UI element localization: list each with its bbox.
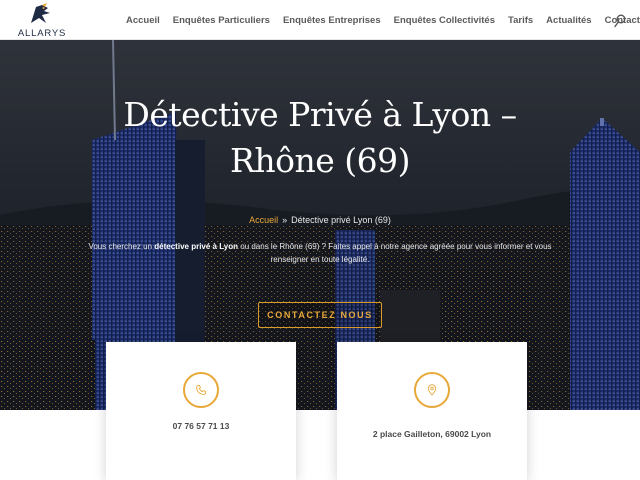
page-title-line-2: Rhône (69) bbox=[230, 141, 410, 180]
phone-icon bbox=[196, 385, 206, 395]
breadcrumb-separator: » bbox=[282, 215, 288, 225]
location-pin-icon bbox=[427, 384, 437, 396]
address-card[interactable]: 2 place Gailleton, 69002 Lyon bbox=[337, 342, 527, 480]
phone-number[interactable]: 07 76 57 71 13 bbox=[106, 421, 296, 431]
nav-item-accueil[interactable]: Accueil bbox=[126, 15, 160, 26]
nav-item-enquetes-entreprises[interactable]: Enquêtes Entreprises bbox=[283, 15, 381, 26]
main-nav: Accueil Enquêtes Particuliers Enquêtes E… bbox=[126, 0, 640, 40]
breadcrumb-current: Détective privé Lyon (69) bbox=[291, 215, 391, 225]
nav-item-actualites[interactable]: Actualités bbox=[546, 15, 591, 26]
search-icon[interactable] bbox=[614, 14, 626, 28]
brand-name: ALLARYS bbox=[17, 28, 67, 39]
address-text[interactable]: 2 place Gailleton, 69002 Lyon bbox=[337, 429, 527, 439]
phone-icon-circle bbox=[183, 372, 219, 408]
nav-item-enquetes-particuliers[interactable]: Enquêtes Particuliers bbox=[173, 15, 270, 26]
location-icon-circle bbox=[414, 372, 450, 408]
hero-section: Détective Privé à Lyon – Rhône (69) Accu… bbox=[0, 40, 640, 410]
breadcrumb: Accueil » Détective privé Lyon (69) bbox=[0, 215, 640, 225]
phone-card[interactable]: 07 76 57 71 13 bbox=[106, 342, 296, 480]
page-title-line-1: Détective Privé à Lyon – bbox=[123, 95, 517, 134]
hero-description-bold: détective privé à Lyon bbox=[154, 242, 239, 251]
breadcrumb-home-link[interactable]: Accueil bbox=[249, 215, 278, 225]
hero-description-part-2: ou dans le Rhône (69) ? Faites appel à n… bbox=[238, 242, 552, 264]
hero-description-part-1: Vous cherchez un bbox=[88, 242, 155, 251]
nav-item-tarifs[interactable]: Tarifs bbox=[508, 15, 533, 26]
nav-item-enquetes-collectivites[interactable]: Enquêtes Collectivités bbox=[394, 15, 495, 26]
contact-us-button[interactable]: CONTACTEZ NOUS bbox=[258, 302, 382, 328]
site-header: ALLARYS Accueil Enquêtes Particuliers En… bbox=[0, 0, 640, 40]
hero-description: Vous cherchez un détective privé à Lyon … bbox=[70, 240, 570, 266]
eagle-logo-icon bbox=[31, 3, 50, 23]
page-title: Détective Privé à Lyon – Rhône (69) bbox=[0, 92, 640, 184]
logo[interactable]: ALLARYS bbox=[16, 3, 68, 39]
